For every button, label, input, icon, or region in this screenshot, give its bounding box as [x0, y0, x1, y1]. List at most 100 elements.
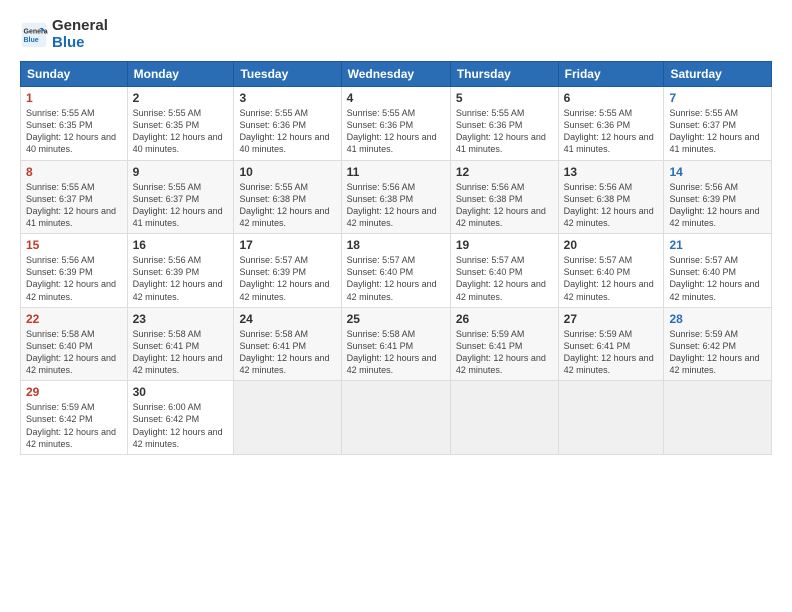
day-number: 24: [239, 312, 335, 326]
logo-icon: General Blue: [20, 21, 48, 49]
table-row: 22 Sunrise: 5:58 AMSunset: 6:40 PMDayligh…: [21, 307, 128, 381]
table-row: [450, 381, 558, 455]
day-info: Sunrise: 5:55 AMSunset: 6:36 PMDaylight:…: [347, 107, 445, 156]
table-row: 18 Sunrise: 5:57 AMSunset: 6:40 PMDayligh…: [341, 234, 450, 308]
table-row: 19Sunrise: 5:57 AMSunset: 6:40 PMDayligh…: [450, 234, 558, 308]
day-number: 28: [669, 312, 766, 326]
day-info: Sunrise: 5:55 AMSunset: 6:37 PMDaylight:…: [26, 181, 122, 230]
table-row: 7 Sunrise: 5:55 AMSunset: 6:37 PMDaylight…: [664, 87, 772, 161]
day-number: 8: [26, 165, 122, 179]
day-info: Sunrise: 6:00 AMSunset: 6:42 PMDaylight:…: [133, 401, 229, 450]
table-row: 8 Sunrise: 5:55 AMSunset: 6:37 PMDaylight…: [21, 160, 128, 234]
col-header-friday: Friday: [558, 62, 664, 87]
day-info: Sunrise: 5:55 AMSunset: 6:37 PMDaylight:…: [669, 107, 766, 156]
day-number: 29: [26, 385, 122, 399]
table-row: 17 Sunrise: 5:57 AMSunset: 6:39 PMDayligh…: [234, 234, 341, 308]
day-info: Sunrise: 5:55 AMSunset: 6:36 PMDaylight:…: [564, 107, 659, 156]
day-info: Sunrise: 5:56 AMSunset: 6:39 PMDaylight:…: [26, 254, 122, 303]
day-number: 11: [347, 165, 445, 179]
day-info: Sunrise: 5:57 AMSunset: 6:40 PMDaylight:…: [347, 254, 445, 303]
svg-text:Blue: Blue: [24, 37, 39, 44]
day-number: 12: [456, 165, 553, 179]
logo: General Blue General Blue: [20, 18, 108, 51]
col-header-monday: Monday: [127, 62, 234, 87]
day-number: 7: [669, 91, 766, 105]
table-row: 29 Sunrise: 5:59 AMSunset: 6:42 PMDayligh…: [21, 381, 128, 455]
col-header-tuesday: Tuesday: [234, 62, 341, 87]
day-number: 2: [133, 91, 229, 105]
day-info: Sunrise: 5:58 AMSunset: 6:41 PMDaylight:…: [239, 328, 335, 377]
day-info: Sunrise: 5:55 AMSunset: 6:37 PMDaylight:…: [133, 181, 229, 230]
day-info: Sunrise: 5:55 AMSunset: 6:35 PMDaylight:…: [133, 107, 229, 156]
header: General Blue General Blue: [20, 18, 772, 51]
table-row: 2 Sunrise: 5:55 AMSunset: 6:35 PMDaylight…: [127, 87, 234, 161]
table-row: 14 Sunrise: 5:56 AMSunset: 6:39 PMDayligh…: [664, 160, 772, 234]
day-info: Sunrise: 5:57 AMSunset: 6:40 PMDaylight:…: [564, 254, 659, 303]
table-row: 11 Sunrise: 5:56 AMSunset: 6:38 PMDayligh…: [341, 160, 450, 234]
day-number: 19: [456, 238, 553, 252]
table-row: 13Sunrise: 5:56 AMSunset: 6:38 PMDayligh…: [558, 160, 664, 234]
col-header-thursday: Thursday: [450, 62, 558, 87]
page: General Blue General Blue SundayMondayTu…: [0, 0, 792, 612]
table-row: [664, 381, 772, 455]
day-info: Sunrise: 5:57 AMSunset: 6:40 PMDaylight:…: [669, 254, 766, 303]
table-row: 12 Sunrise: 5:56 AMSunset: 6:38 PMDayligh…: [450, 160, 558, 234]
table-row: 28 Sunrise: 5:59 AMSunset: 6:42 PMDayligh…: [664, 307, 772, 381]
day-number: 23: [133, 312, 229, 326]
day-info: Sunrise: 5:55 AMSunset: 6:35 PMDaylight:…: [26, 107, 122, 156]
table-row: [234, 381, 341, 455]
day-number: 15: [26, 238, 122, 252]
table-row: 1 Sunrise: 5:55 AMSunset: 6:35 PMDaylight…: [21, 87, 128, 161]
table-row: 23 Sunrise: 5:58 AMSunset: 6:41 PMDayligh…: [127, 307, 234, 381]
col-header-sunday: Sunday: [21, 62, 128, 87]
table-row: 3 Sunrise: 5:55 AMSunset: 6:36 PMDaylight…: [234, 87, 341, 161]
table-row: 26 Sunrise: 5:59 AMSunset: 6:41 PMDayligh…: [450, 307, 558, 381]
day-number: 27: [564, 312, 659, 326]
day-info: Sunrise: 5:56 AMSunset: 6:39 PMDaylight:…: [133, 254, 229, 303]
logo-text: General Blue: [52, 18, 108, 51]
day-number: 18: [347, 238, 445, 252]
day-number: 3: [239, 91, 335, 105]
day-info: Sunrise: 5:59 AMSunset: 6:42 PMDaylight:…: [26, 401, 122, 450]
day-number: 10: [239, 165, 335, 179]
table-row: 21 Sunrise: 5:57 AMSunset: 6:40 PMDayligh…: [664, 234, 772, 308]
day-info: Sunrise: 5:55 AMSunset: 6:36 PMDaylight:…: [239, 107, 335, 156]
day-number: 26: [456, 312, 553, 326]
table-row: [558, 381, 664, 455]
day-number: 1: [26, 91, 122, 105]
day-info: Sunrise: 5:56 AMSunset: 6:39 PMDaylight:…: [669, 181, 766, 230]
table-row: 5 Sunrise: 5:55 AMSunset: 6:36 PMDaylight…: [450, 87, 558, 161]
day-info: Sunrise: 5:55 AMSunset: 6:36 PMDaylight:…: [456, 107, 553, 156]
day-info: Sunrise: 5:56 AMSunset: 6:38 PMDaylight:…: [347, 181, 445, 230]
day-number: 4: [347, 91, 445, 105]
day-info: Sunrise: 5:58 AMSunset: 6:41 PMDaylight:…: [133, 328, 229, 377]
table-row: 25Sunrise: 5:58 AMSunset: 6:41 PMDayligh…: [341, 307, 450, 381]
day-number: 21: [669, 238, 766, 252]
table-row: 10 Sunrise: 5:55 AMSunset: 6:38 PMDayligh…: [234, 160, 341, 234]
day-number: 22: [26, 312, 122, 326]
col-header-wednesday: Wednesday: [341, 62, 450, 87]
table-row: 6 Sunrise: 5:55 AMSunset: 6:36 PMDaylight…: [558, 87, 664, 161]
table-row: 27 Sunrise: 5:59 AMSunset: 6:41 PMDayligh…: [558, 307, 664, 381]
day-number: 6: [564, 91, 659, 105]
table-row: 16Sunrise: 5:56 AMSunset: 6:39 PMDayligh…: [127, 234, 234, 308]
day-number: 25: [347, 312, 445, 326]
day-number: 17: [239, 238, 335, 252]
table-row: [341, 381, 450, 455]
table-row: 30 Sunrise: 6:00 AMSunset: 6:42 PMDayligh…: [127, 381, 234, 455]
day-number: 20: [564, 238, 659, 252]
table-row: 24 Sunrise: 5:58 AMSunset: 6:41 PMDayligh…: [234, 307, 341, 381]
day-number: 30: [133, 385, 229, 399]
day-info: Sunrise: 5:55 AMSunset: 6:38 PMDaylight:…: [239, 181, 335, 230]
table-row: 15 Sunrise: 5:56 AMSunset: 6:39 PMDayligh…: [21, 234, 128, 308]
day-info: Sunrise: 5:59 AMSunset: 6:41 PMDaylight:…: [564, 328, 659, 377]
day-info: Sunrise: 5:59 AMSunset: 6:42 PMDaylight:…: [669, 328, 766, 377]
day-info: Sunrise: 5:59 AMSunset: 6:41 PMDaylight:…: [456, 328, 553, 377]
day-number: 5: [456, 91, 553, 105]
day-number: 9: [133, 165, 229, 179]
day-info: Sunrise: 5:57 AMSunset: 6:39 PMDaylight:…: [239, 254, 335, 303]
day-number: 14: [669, 165, 766, 179]
day-info: Sunrise: 5:58 AMSunset: 6:40 PMDaylight:…: [26, 328, 122, 377]
day-info: Sunrise: 5:56 AMSunset: 6:38 PMDaylight:…: [564, 181, 659, 230]
day-info: Sunrise: 5:56 AMSunset: 6:38 PMDaylight:…: [456, 181, 553, 230]
